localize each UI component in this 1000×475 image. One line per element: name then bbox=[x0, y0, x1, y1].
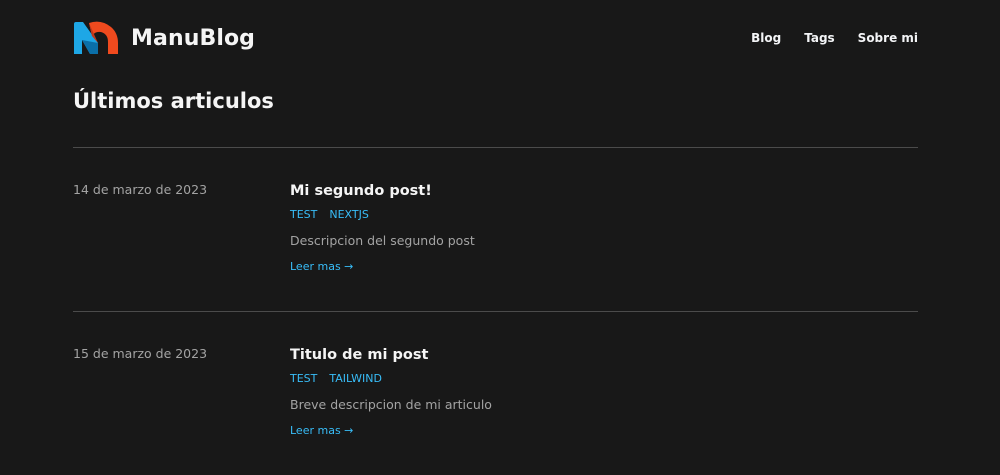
tag-link[interactable]: TEST bbox=[290, 208, 317, 221]
post-tags: TEST TAILWIND bbox=[290, 372, 910, 385]
page: ManuBlog Blog Tags Sobre mi Últimos arti… bbox=[0, 0, 1000, 475]
post-tags: TEST NEXTJS bbox=[290, 208, 910, 221]
post-body: Mi segundo post! TEST NEXTJS Descripcion… bbox=[290, 182, 910, 274]
read-more-link[interactable]: Leer mas → bbox=[290, 260, 353, 273]
brand-name: ManuBlog bbox=[131, 25, 256, 51]
post-body: Titulo de mi post TEST TAILWIND Breve de… bbox=[290, 346, 910, 438]
divider bbox=[73, 147, 918, 148]
post-description: Descripcion del segundo post bbox=[290, 233, 475, 248]
site-header: ManuBlog Blog Tags Sobre mi bbox=[73, 18, 918, 58]
tag-link[interactable]: NEXTJS bbox=[329, 208, 368, 221]
nav-link-tags[interactable]: Tags bbox=[804, 31, 834, 45]
post-date: 15 de marzo de 2023 bbox=[73, 346, 208, 361]
post-title[interactable]: Titulo de mi post bbox=[290, 346, 910, 364]
tag-link[interactable]: TEST bbox=[290, 372, 317, 385]
page-title: Últimos articulos bbox=[73, 89, 274, 113]
post-description: Breve descripcion de mi articulo bbox=[290, 397, 492, 412]
read-more-link[interactable]: Leer mas → bbox=[290, 424, 353, 437]
nav-link-sobre-mi[interactable]: Sobre mi bbox=[858, 31, 918, 45]
post-title[interactable]: Mi segundo post! bbox=[290, 182, 910, 200]
nav-link-blog[interactable]: Blog bbox=[751, 31, 781, 45]
post-date: 14 de marzo de 2023 bbox=[73, 182, 208, 197]
brand-link[interactable]: ManuBlog bbox=[73, 21, 255, 55]
divider bbox=[73, 311, 918, 312]
main-nav: Blog Tags Sobre mi bbox=[751, 31, 918, 45]
tag-link[interactable]: TAILWIND bbox=[329, 372, 382, 385]
manublog-logo-icon bbox=[73, 21, 119, 55]
